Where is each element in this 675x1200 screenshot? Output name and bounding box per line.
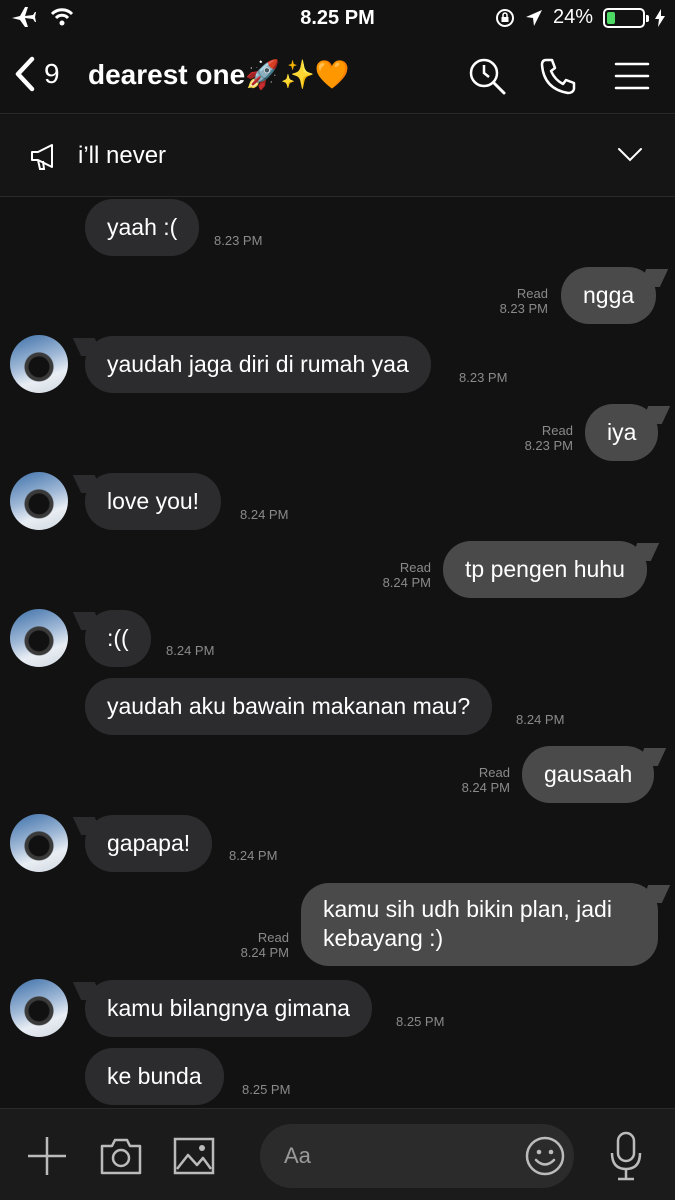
message-bubble-incoming[interactable]: yaudah jaga diri di rumah yaa — [85, 336, 431, 393]
message-time: 8.25 PM — [396, 1014, 445, 1029]
read-receipt: Read — [399, 560, 431, 575]
message-bubble-incoming[interactable]: gapapa! — [85, 815, 213, 872]
message-bubble-incoming[interactable]: yaudah aku bawain makanan mau? — [85, 678, 493, 735]
message-time: 8.24 PM — [516, 712, 565, 727]
message-time: 8.23 PM — [214, 233, 263, 248]
emoji-icon[interactable] — [524, 1135, 566, 1177]
message-time: 8.24 PM — [461, 780, 510, 795]
announcement-banner[interactable]: i’ll never — [0, 115, 675, 197]
read-receipt: Read — [516, 286, 548, 301]
search-clock-icon[interactable] — [467, 56, 507, 96]
status-bar: 8.25 PM 24% — [0, 0, 675, 38]
microphone-icon[interactable] — [608, 1131, 644, 1181]
phone-icon[interactable] — [538, 56, 578, 96]
composer-bar: Aa — [0, 1108, 675, 1200]
avatar[interactable] — [10, 472, 68, 530]
message-input-placeholder: Aa — [284, 1143, 311, 1168]
message-bubble-outgoing[interactable]: ngga — [561, 267, 657, 324]
unread-count: 9 — [44, 58, 60, 89]
message-bubble-incoming[interactable]: love you! — [85, 473, 222, 530]
message-time: 8.24 PM — [166, 643, 215, 658]
message-time: 8.23 PM — [459, 370, 508, 385]
message-bubble-outgoing[interactable]: gausaah — [522, 746, 655, 803]
avatar[interactable] — [10, 979, 68, 1037]
avatar[interactable] — [10, 814, 68, 872]
message-time: 8.24 PM — [382, 575, 431, 590]
chat-header: 9 dearest one🚀✨🧡 — [0, 38, 675, 114]
message-time: 8.25 PM — [242, 1082, 291, 1097]
rotation-lock-icon — [495, 8, 514, 27]
message-bubble-incoming[interactable]: ke bunda — [85, 1048, 224, 1105]
megaphone-icon — [31, 144, 53, 170]
back-button[interactable]: 9 — [14, 56, 60, 92]
camera-icon[interactable] — [99, 1136, 143, 1176]
plus-icon[interactable] — [26, 1135, 68, 1177]
message-line: kebayang :) — [323, 925, 444, 951]
message-bubble-incoming[interactable]: :(( — [85, 610, 151, 667]
message-time: 8.23 PM — [524, 438, 573, 453]
charging-icon — [655, 8, 665, 27]
message-bubble-incoming[interactable]: yaah :( — [85, 199, 200, 256]
back-chevron-icon — [15, 56, 35, 92]
menu-icon[interactable] — [612, 56, 652, 96]
message-list[interactable]: yaah :( 8.23 PM Read 8.23 PM ngga yaudah… — [0, 197, 675, 1108]
battery-icon — [603, 7, 649, 28]
message-time: 8.24 PM — [240, 507, 289, 522]
message-time: 8.23 PM — [499, 301, 548, 316]
read-receipt: Read — [541, 423, 573, 438]
avatar[interactable] — [10, 609, 68, 667]
chevron-down-icon[interactable] — [617, 147, 643, 163]
image-icon[interactable] — [173, 1137, 215, 1175]
read-receipt: Read — [478, 765, 510, 780]
avatar[interactable] — [10, 335, 68, 393]
location-icon — [525, 9, 542, 26]
battery-percent: 24% — [552, 6, 593, 28]
message-input[interactable]: Aa — [260, 1124, 574, 1188]
announcement-text: i’ll never — [78, 142, 167, 169]
message-time: 8.24 PM — [240, 945, 289, 960]
read-receipt: Read — [257, 930, 289, 945]
message-line: kamu sih udh bikin plan, jadi — [323, 896, 612, 922]
message-bubble-outgoing[interactable]: kamu sih udh bikin plan, jadi kebayang :… — [301, 883, 658, 966]
message-bubble-outgoing[interactable]: tp pengen huhu — [443, 541, 647, 598]
chat-title[interactable]: dearest one🚀✨🧡 — [88, 58, 350, 91]
message-bubble-incoming[interactable]: kamu bilangnya gimana — [85, 980, 372, 1037]
message-time: 8.24 PM — [229, 848, 278, 863]
message-bubble-outgoing[interactable]: iya — [585, 404, 659, 461]
